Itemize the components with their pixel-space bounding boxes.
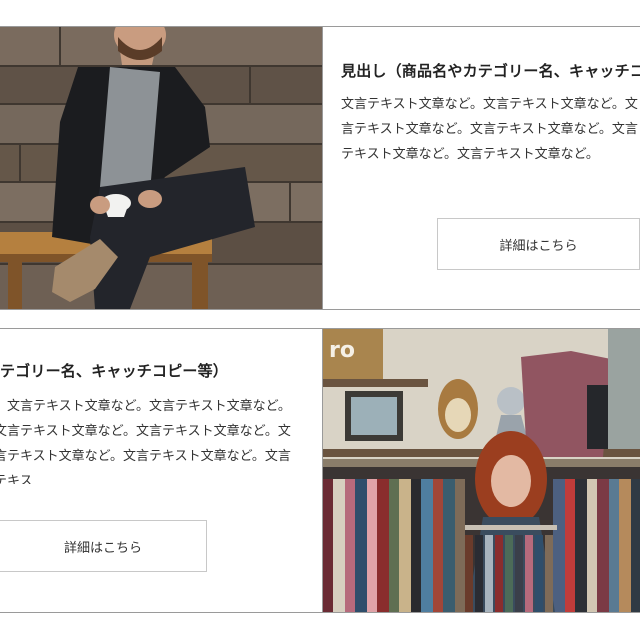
card1-bottom-rule: [0, 309, 640, 310]
card1-body-clip: 文言テキスト文章など。文言テキスト文章など。文言テキスト文章など。文言テキスト文…: [341, 92, 640, 202]
card2-photo: ro: [323, 329, 640, 612]
card1-heading: 見出し（商品名やカテゴリー名、キャッチコピー等）: [341, 62, 640, 80]
card1-heading-clip: 見出し（商品名やカテゴリー名、キャッチコピー等）: [341, 58, 640, 82]
card1-detail-button[interactable]: 詳細はこちら: [437, 218, 640, 270]
svg-text:ro: ro: [329, 338, 355, 363]
card1-photo: [0, 27, 322, 309]
card2-heading-clip: テゴリー名、キャッチコピー等）: [0, 358, 322, 382]
card2-detail-button[interactable]: 詳細はこちら: [0, 520, 207, 572]
card2-heading: テゴリー名、キャッチコピー等）: [0, 362, 229, 380]
card1-divider: [322, 26, 323, 309]
card2-body-text: 、文言テキスト文章など。文言テキスト文章など。文言テキスト文章など。文言テキスト…: [0, 399, 291, 484]
card2-body-clip: 、文言テキスト文章など。文言テキスト文章など。文言テキスト文章など。文言テキスト…: [0, 394, 300, 484]
card1-body-text: 文言テキスト文章など。文言テキスト文章など。文言テキスト文章など。文言テキスト文…: [341, 97, 638, 162]
card2-bottom-rule: [0, 612, 640, 613]
